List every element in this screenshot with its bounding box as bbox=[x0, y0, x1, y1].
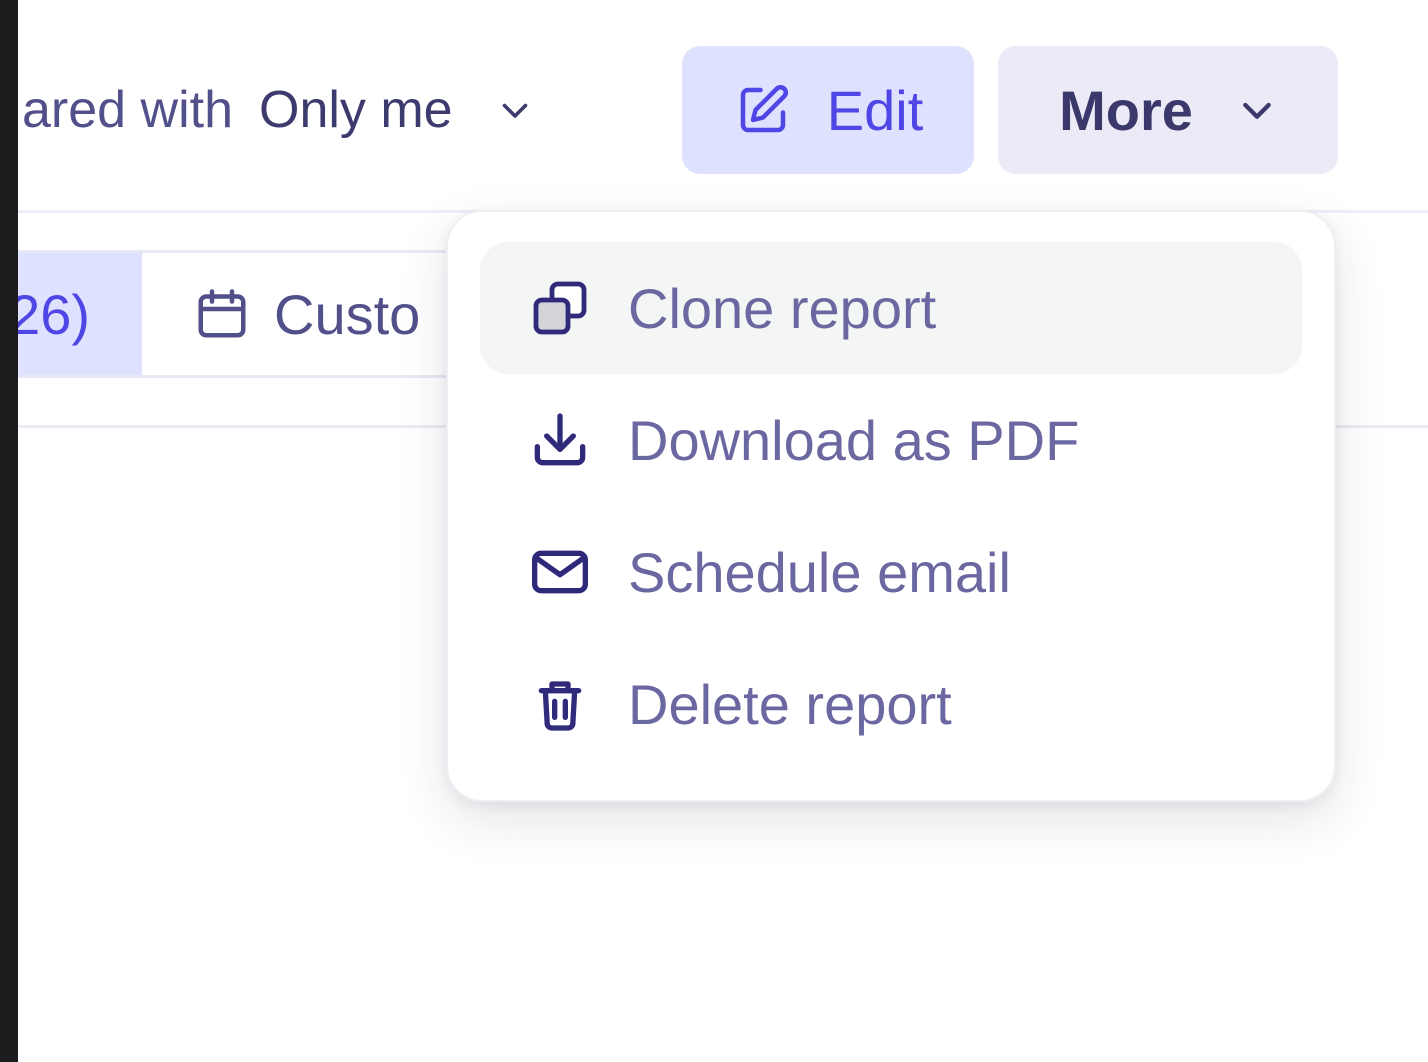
more-dropdown-menu: Clone report Download as PDF Schedule em… bbox=[446, 210, 1336, 802]
chevron-down-icon bbox=[497, 92, 533, 128]
menu-item-label: Download as PDF bbox=[628, 408, 1080, 472]
menu-item-clone-report[interactable]: Clone report bbox=[480, 242, 1302, 374]
menu-item-delete-report[interactable]: Delete report bbox=[480, 638, 1302, 770]
menu-item-schedule-email[interactable]: Schedule email bbox=[480, 506, 1302, 638]
calendar-icon bbox=[192, 284, 252, 344]
mail-icon bbox=[528, 540, 592, 604]
edit-icon bbox=[733, 80, 793, 140]
shared-with-label: ared with bbox=[22, 81, 233, 139]
menu-item-label: Clone report bbox=[628, 276, 937, 340]
download-icon bbox=[528, 408, 592, 472]
menu-item-label: Schedule email bbox=[628, 540, 1011, 604]
window-edge bbox=[0, 0, 18, 1062]
shared-with-value: Only me bbox=[259, 81, 453, 139]
edit-button[interactable]: Edit bbox=[682, 46, 974, 174]
custom-range-label: Custo bbox=[274, 282, 421, 346]
chevron-down-icon bbox=[1237, 90, 1277, 130]
shared-with-dropdown[interactable]: ared with Only me bbox=[18, 72, 533, 148]
more-button-label: More bbox=[1059, 78, 1193, 142]
more-button[interactable]: More bbox=[998, 46, 1338, 174]
date-range-chip[interactable]: 26) bbox=[18, 253, 142, 375]
trash-icon bbox=[528, 672, 592, 736]
edit-button-label: Edit bbox=[826, 78, 924, 142]
menu-item-label: Delete report bbox=[628, 672, 952, 736]
clone-icon bbox=[528, 276, 592, 340]
menu-item-download-pdf[interactable]: Download as PDF bbox=[480, 374, 1302, 506]
